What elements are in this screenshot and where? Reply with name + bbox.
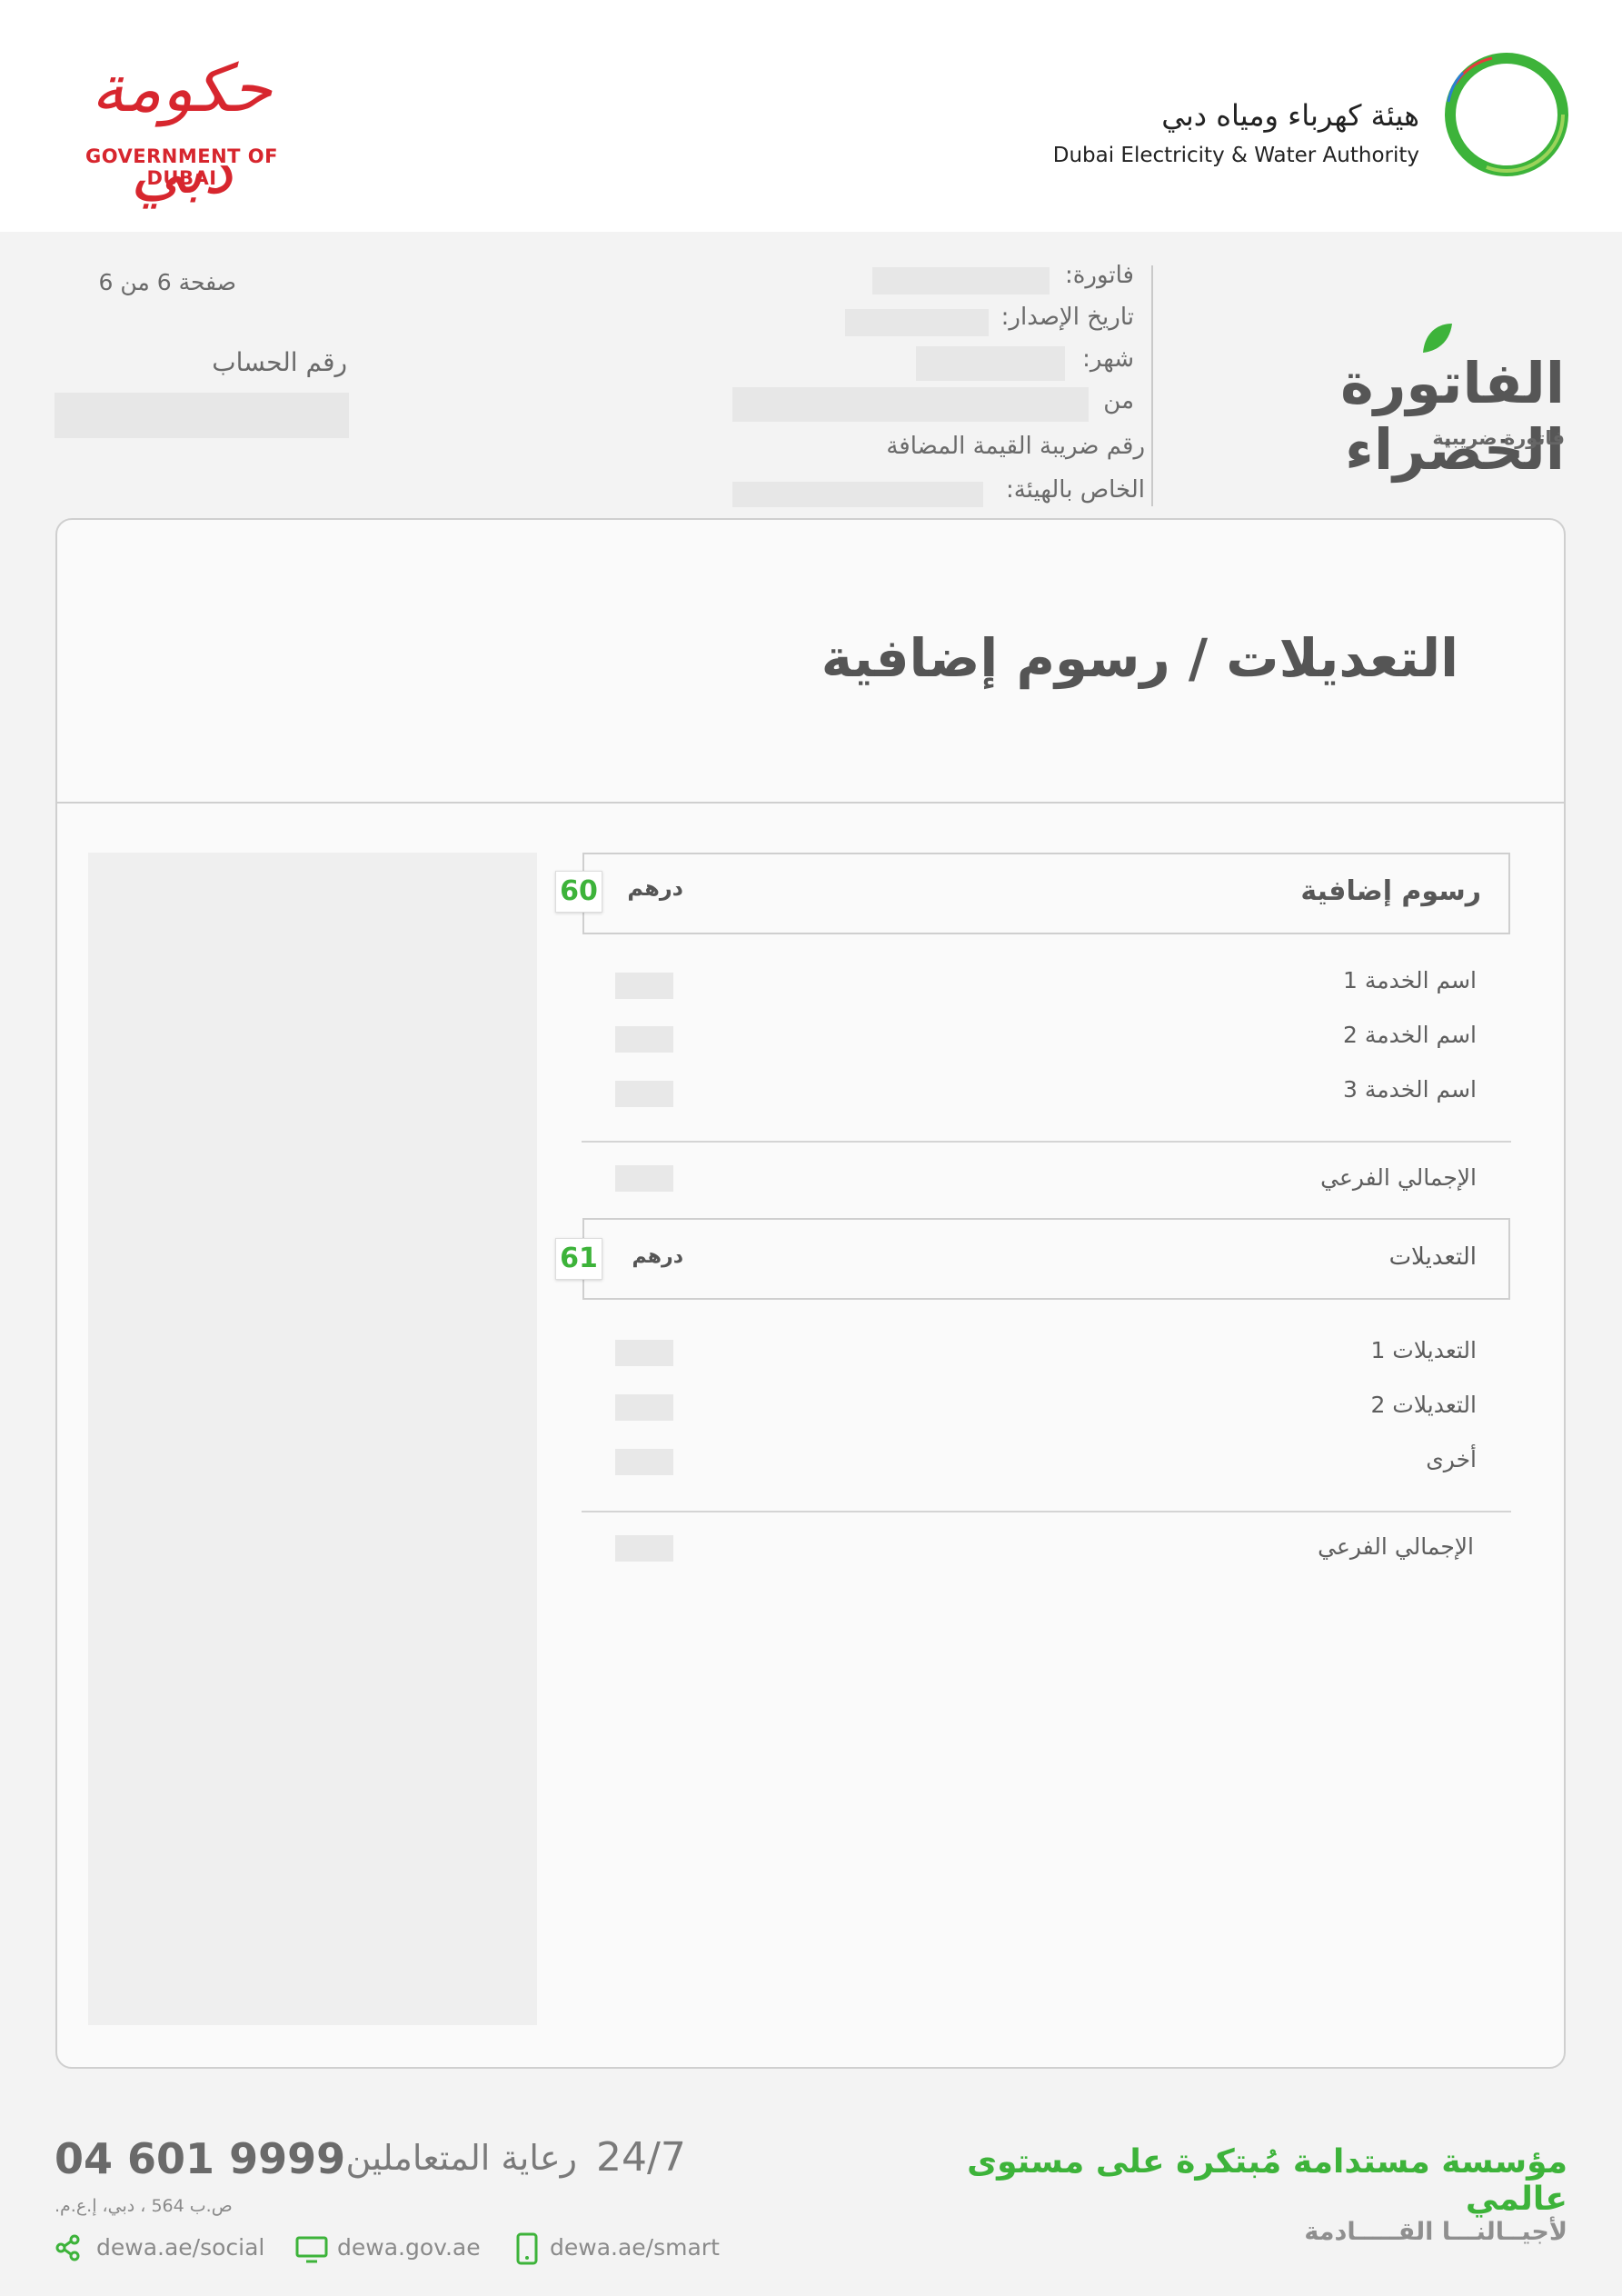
adjustments-currency: درهم	[632, 1245, 683, 1268]
account-number-value	[55, 393, 349, 438]
service-name-label: اسم الخدمة	[1364, 1076, 1477, 1103]
list-item: التعديلات 2	[1370, 1392, 1477, 1418]
additional-fees-currency: درهم	[627, 875, 683, 901]
page-indicator: صفحة 6 من 6	[73, 269, 236, 295]
page-total: 6	[98, 269, 114, 295]
po-box: ص.ب 564 ، دبي، إ.ع.م.	[55, 2196, 233, 2216]
dewa-name-english: Dubai Electricity & Water Authority	[1052, 144, 1419, 167]
leaf-icon	[1423, 324, 1452, 353]
card-divider	[55, 802, 1566, 804]
month-value	[916, 346, 1065, 381]
adjustments-subtotal-value	[615, 1535, 673, 1562]
dewa-name-arabic: هيئة كهرباء ومياه دبي	[1161, 98, 1419, 133]
other-adjustment-value	[615, 1449, 673, 1475]
smartphone-icon	[516, 2232, 538, 2265]
service-3-value	[615, 1081, 673, 1107]
card-title: التعديلات / رسوم إضافية	[821, 627, 1458, 689]
adjustment-2-value	[615, 1394, 673, 1421]
service-name-label: اسم الخدمة	[1364, 967, 1477, 993]
vat-number-label: رقم ضريبة القيمة المضافة	[886, 433, 1145, 460]
footer-slogan: مؤسسة مستدامة مُبتكرة على مستوى عالمي	[967, 2143, 1567, 2218]
from-value	[732, 387, 1089, 422]
adjustments-subtotal-label: الإجمالي الفرعي	[1318, 1533, 1474, 1560]
page-label: صفحة	[178, 269, 236, 295]
page-current: 6	[156, 269, 172, 295]
vat-number-value	[732, 482, 983, 507]
footer-tagline: لأجيــالنـــا القـــــادمة	[1304, 2218, 1567, 2246]
service-number: 1	[1343, 967, 1358, 993]
additional-fees-amount: 60	[555, 871, 602, 913]
customer-care-phone[interactable]: 04 601 9999	[55, 2134, 345, 2183]
side-panel	[88, 853, 537, 2025]
dewa-logo-icon	[1445, 53, 1568, 176]
smart-app-link[interactable]: dewa.ae/smart	[550, 2234, 720, 2261]
list-item: التعديلات 1	[1370, 1337, 1477, 1363]
website-link[interactable]: dewa.gov.ae	[337, 2234, 481, 2261]
monitor-icon	[295, 2236, 328, 2263]
list-item: اسم الخدمة 2	[1000, 1022, 1477, 1048]
social-link[interactable]: dewa.ae/social	[96, 2234, 264, 2261]
list-item: اسم الخدمة 3	[1000, 1076, 1477, 1103]
list-item: أخرى	[1426, 1446, 1477, 1472]
list-item: اسم الخدمة 1	[1000, 967, 1477, 993]
service-2-value	[615, 1026, 673, 1053]
invoice-value	[872, 267, 1050, 294]
adjustments-amount: 61	[555, 1238, 602, 1280]
green-bill-title: الفاتورة الخضراء	[1340, 350, 1565, 483]
tax-invoice-label: فاتورة ضريبية	[1432, 427, 1565, 449]
government-of-dubai-logo-text: GOVERNMENT OF DUBAI	[85, 145, 279, 189]
share-icon	[55, 2234, 80, 2261]
service-hours: 24/7	[596, 2134, 686, 2181]
service-number: 2	[1343, 1022, 1358, 1048]
issue-date-value	[845, 309, 989, 336]
additional-fees-subtotal-value	[615, 1165, 673, 1192]
account-number-label: رقم الحساب	[212, 347, 347, 377]
additional-fees-subtotal-label: الإجمالي الفرعي	[1320, 1164, 1477, 1191]
additional-fees-title: رسوم إضافية	[1300, 875, 1481, 907]
customer-care-label: رعاية المتعاملين	[345, 2138, 577, 2178]
page-of-label: من	[120, 269, 150, 295]
service-name-label: اسم الخدمة	[1364, 1022, 1477, 1048]
divider	[582, 1511, 1511, 1512]
adjustments-title: التعديلات	[1388, 1243, 1477, 1271]
divider	[1151, 265, 1153, 506]
service-number: 3	[1343, 1076, 1358, 1103]
service-1-value	[615, 973, 673, 999]
adjustment-1-value	[615, 1340, 673, 1366]
divider	[582, 1141, 1511, 1143]
